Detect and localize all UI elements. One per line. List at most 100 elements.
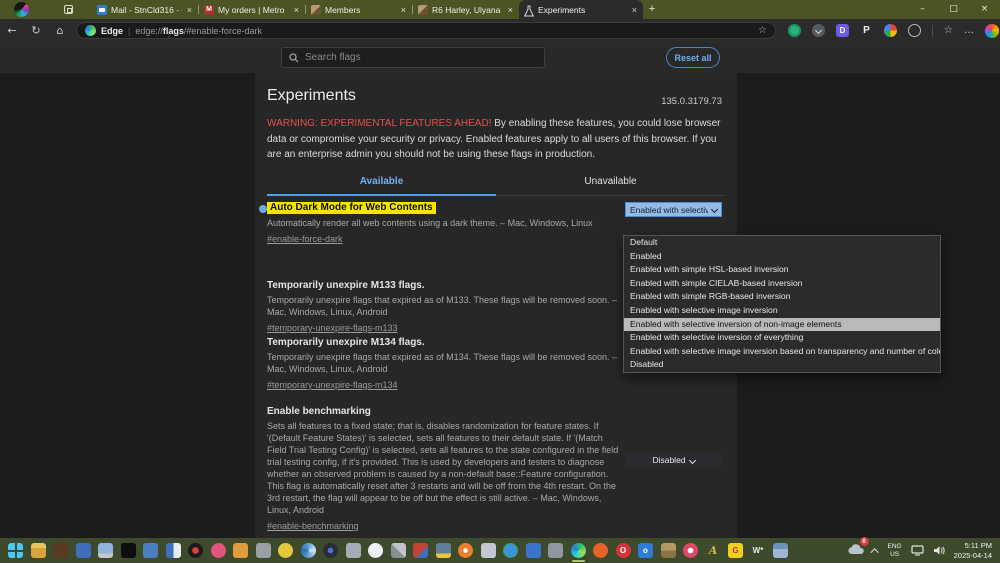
tab-unavailable[interactable]: Unavailable bbox=[496, 170, 725, 195]
extension-pinwheel-icon[interactable] bbox=[884, 24, 897, 37]
profile-avatar[interactable] bbox=[14, 2, 29, 17]
w-tool-icon[interactable]: W* bbox=[751, 543, 766, 558]
onedrive-icon[interactable]: 6 bbox=[848, 542, 864, 560]
dropdown-option[interactable]: Enabled with selective image inversion b… bbox=[624, 345, 940, 359]
display-tray-icon[interactable] bbox=[911, 545, 924, 556]
system-monitor-icon[interactable] bbox=[98, 543, 113, 558]
extension-chevron-icon[interactable] bbox=[812, 24, 825, 37]
tray-chevron-up-icon[interactable] bbox=[870, 548, 878, 556]
sync-tool-icon[interactable] bbox=[368, 543, 383, 558]
remote-device-icon[interactable] bbox=[143, 543, 158, 558]
windows-start-icon[interactable] bbox=[8, 543, 23, 558]
camera-tool-icon[interactable] bbox=[323, 543, 338, 558]
flags-tabs: Available Unavailable bbox=[267, 170, 725, 196]
blue-globe-icon[interactable] bbox=[301, 543, 316, 558]
favorite-star-icon[interactable]: ☆ bbox=[758, 25, 767, 36]
flask-icon bbox=[524, 5, 534, 15]
stylus-pen-icon[interactable] bbox=[391, 543, 406, 558]
address-bar[interactable]: Edge | edge://flags/#enable-force-dark ☆ bbox=[76, 22, 776, 39]
extension-green-icon[interactable] bbox=[788, 24, 801, 37]
maximize-button[interactable]: □ bbox=[938, 0, 969, 19]
casino-chip-icon[interactable] bbox=[683, 543, 698, 558]
browser-tab-metro[interactable]: M My orders | Metro × bbox=[199, 0, 305, 19]
back-icon[interactable]: ← bbox=[0, 24, 24, 37]
help-lifebuoy-icon[interactable] bbox=[458, 543, 473, 558]
dropdown-option[interactable]: Enabled with selective inversion of non-… bbox=[624, 318, 940, 332]
game-board-icon[interactable] bbox=[661, 543, 676, 558]
refresh-icon[interactable]: ↻ bbox=[24, 24, 48, 37]
dropdown-option[interactable]: Enabled bbox=[624, 250, 940, 264]
browser-tab-harley[interactable]: R6 Harley, Ulyana (2025) #5 - Pag × bbox=[413, 0, 519, 19]
language-indicator[interactable]: ENG US bbox=[888, 543, 902, 558]
tab-title: My orders | Metro bbox=[218, 5, 289, 15]
flag-link[interactable]: #enable-force-dark bbox=[267, 234, 343, 244]
browser-tab-members[interactable]: Members × bbox=[306, 0, 412, 19]
flag-link[interactable]: #temporary-unexpire-flags-m134 bbox=[267, 380, 398, 390]
browser-essentials-icon[interactable]: ☆ bbox=[944, 25, 953, 36]
search-box[interactable] bbox=[281, 47, 545, 68]
flag-select-disabled[interactable]: Disabled bbox=[625, 452, 722, 468]
opera-browser-icon[interactable]: O bbox=[616, 543, 631, 558]
flag-link[interactable]: #enable-benchmarking bbox=[267, 521, 359, 531]
screen-recorder-icon[interactable] bbox=[188, 543, 203, 558]
flag-title: Temporarily unexpire M134 flags. bbox=[267, 337, 619, 348]
close-icon[interactable]: × bbox=[293, 5, 300, 15]
flags-page: Reset all Experiments 135.0.3179.73 WARN… bbox=[0, 42, 1000, 538]
warning-text: WARNING: EXPERIMENTAL FEATURES AHEAD! By… bbox=[267, 116, 725, 163]
file-search-icon[interactable] bbox=[233, 543, 248, 558]
robot-tool-icon[interactable] bbox=[256, 543, 271, 558]
dropdown-option[interactable]: Enabled with selective inversion of ever… bbox=[624, 331, 940, 345]
calculator-icon[interactable] bbox=[773, 543, 788, 558]
extension-d-icon[interactable]: D bbox=[836, 24, 849, 37]
flag-link[interactable]: #temporary-unexpire-flags-m133 bbox=[267, 323, 398, 333]
password-manager-icon[interactable] bbox=[436, 543, 451, 558]
volume-icon[interactable] bbox=[933, 545, 945, 556]
home-icon[interactable]: ⌂ bbox=[48, 24, 72, 37]
extension-p-icon[interactable]: P bbox=[860, 24, 873, 37]
minimize-button[interactable]: – bbox=[907, 0, 938, 19]
letter-a-app-icon[interactable]: A bbox=[706, 543, 721, 558]
close-icon[interactable]: × bbox=[400, 5, 407, 15]
terminal-icon[interactable] bbox=[121, 543, 136, 558]
repair-tool-icon[interactable] bbox=[413, 543, 428, 558]
golden-ball-icon[interactable] bbox=[278, 543, 293, 558]
address-divider: | bbox=[128, 26, 130, 36]
extension-ring-icon[interactable] bbox=[908, 24, 921, 37]
tab-available[interactable]: Available bbox=[267, 170, 496, 196]
reset-all-button[interactable]: Reset all bbox=[666, 47, 720, 68]
chevron-down-icon bbox=[688, 456, 695, 463]
settings-menu-icon[interactable]: … bbox=[964, 25, 974, 36]
g-tool-icon[interactable]: G bbox=[728, 543, 743, 558]
new-tab-button[interactable]: + bbox=[643, 0, 661, 19]
workspaces-icon[interactable] bbox=[64, 5, 73, 14]
outlook-mail-icon[interactable]: o bbox=[638, 543, 653, 558]
media-app-icon[interactable] bbox=[211, 543, 226, 558]
copilot-icon[interactable] bbox=[985, 24, 999, 38]
dropdown-option[interactable]: Enabled with simple CIELAB-based inversi… bbox=[624, 277, 940, 291]
dropdown-option[interactable]: Enabled with selective image inversion bbox=[624, 304, 940, 318]
clock[interactable]: 5:11 PM 2025-04-14 bbox=[954, 541, 992, 561]
dropdown-option[interactable]: Disabled bbox=[624, 358, 940, 372]
search-input[interactable] bbox=[305, 52, 537, 63]
dropdown-option[interactable]: Default bbox=[624, 236, 940, 250]
file-explorer-icon[interactable] bbox=[31, 543, 46, 558]
printer-utility-icon[interactable] bbox=[481, 543, 496, 558]
flag-select-open[interactable]: Enabled with selective bbox=[625, 202, 722, 217]
dropdown-option[interactable]: Enabled with simple RGB-based inversion bbox=[624, 290, 940, 304]
close-icon[interactable]: × bbox=[507, 5, 514, 15]
close-icon[interactable]: × bbox=[186, 5, 193, 15]
paint-bucket-icon[interactable] bbox=[526, 543, 541, 558]
brave-browser-icon[interactable] bbox=[593, 543, 608, 558]
browser-tab-outlook[interactable]: Mail - StnCld316 - Outlook × bbox=[92, 0, 198, 19]
browser-tab-experiments-active[interactable]: Experiments × bbox=[519, 0, 643, 19]
dosbox-icon[interactable] bbox=[53, 543, 68, 558]
globe-sync-icon[interactable] bbox=[503, 543, 518, 558]
close-icon[interactable]: × bbox=[631, 5, 638, 15]
window-close-button[interactable]: × bbox=[969, 0, 1000, 19]
print-queue-icon[interactable] bbox=[76, 543, 91, 558]
edge-browser-icon[interactable] bbox=[571, 543, 586, 558]
gamepad-icon[interactable] bbox=[346, 543, 361, 558]
radio-tuner-icon[interactable] bbox=[548, 543, 563, 558]
photos-app-icon[interactable] bbox=[166, 543, 181, 558]
dropdown-option[interactable]: Enabled with simple HSL-based inversion bbox=[624, 263, 940, 277]
